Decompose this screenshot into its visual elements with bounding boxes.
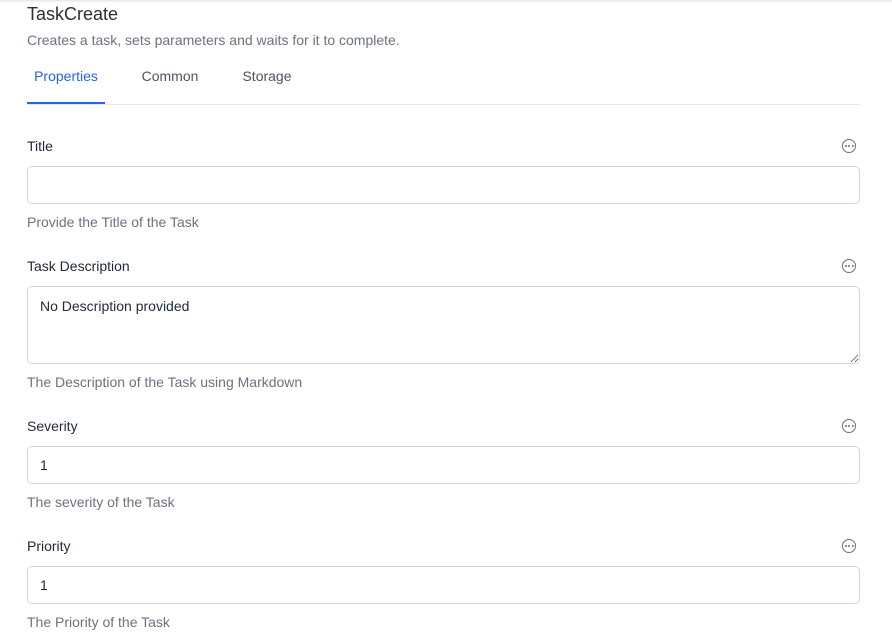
top-shadow bbox=[0, 0, 892, 3]
priority-help: The Priority of the Task bbox=[27, 614, 170, 630]
priority-label: Priority bbox=[27, 538, 71, 554]
page-subtitle: Creates a task, sets parameters and wait… bbox=[27, 32, 400, 48]
severity-more-icon[interactable] bbox=[842, 419, 856, 433]
title-label: Title bbox=[27, 138, 53, 154]
description-label: Task Description bbox=[27, 258, 130, 274]
tab-properties[interactable]: Properties bbox=[27, 60, 105, 104]
priority-input[interactable] bbox=[27, 566, 860, 604]
priority-more-icon[interactable] bbox=[842, 539, 856, 553]
severity-help: The severity of the Task bbox=[27, 494, 175, 510]
task-create-panel: TaskCreate Creates a task, sets paramete… bbox=[0, 0, 892, 642]
title-more-icon[interactable] bbox=[842, 139, 856, 153]
page-title: TaskCreate bbox=[27, 4, 119, 24]
description-more-icon[interactable] bbox=[842, 259, 856, 273]
title-help: Provide the Title of the Task bbox=[27, 214, 199, 230]
tab-common[interactable]: Common bbox=[136, 60, 204, 103]
tab-bar: Properties Common Storage bbox=[27, 60, 860, 105]
description-help: The Description of the Task using Markdo… bbox=[27, 374, 303, 390]
severity-input[interactable] bbox=[27, 446, 860, 484]
tab-storage[interactable]: Storage bbox=[235, 60, 299, 103]
title-input[interactable] bbox=[27, 166, 860, 204]
severity-label: Severity bbox=[27, 418, 78, 434]
description-textarea[interactable]: No Description provided bbox=[27, 286, 860, 364]
